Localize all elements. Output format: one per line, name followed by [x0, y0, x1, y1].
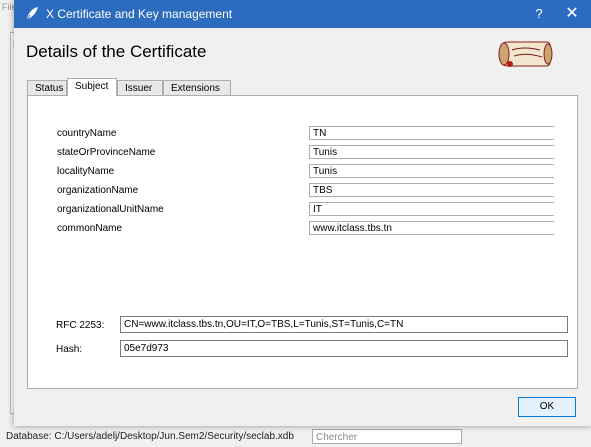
subject-tab-page: countryName TN stateOrProvinceName Tunis…: [27, 95, 578, 389]
hash-label: Hash:: [56, 344, 83, 355]
field-label: stateOrProvinceName: [57, 147, 156, 158]
search-input[interactable]: Chercher: [312, 429, 462, 444]
tab-extensions[interactable]: Extensions: [163, 80, 231, 95]
tab-issuer[interactable]: Issuer: [117, 80, 163, 95]
help-button[interactable]: ?: [526, 3, 552, 25]
field-label: commonName: [57, 223, 123, 234]
dialog-title: X Certificate and Key management: [46, 7, 233, 21]
feather-pen-icon: [25, 7, 38, 22]
field-value[interactable]: www.itclass.tbs.tn: [309, 221, 554, 235]
dialog-titlebar: X Certificate and Key management ? ✕: [14, 0, 591, 28]
field-label: localityName: [57, 166, 115, 177]
hash-field[interactable]: 05e7d973: [120, 340, 568, 357]
ok-button[interactable]: OK: [518, 397, 576, 417]
tab-subject[interactable]: Subject: [67, 78, 117, 96]
field-value[interactable]: TBS: [309, 183, 554, 197]
scroll-logo-icon: [498, 41, 553, 67]
database-path: Database: C:/Users/adelj/Desktop/Jun.Sem…: [6, 431, 294, 442]
field-value[interactable]: Tunis: [309, 164, 554, 178]
field-label: organizationName: [57, 185, 139, 196]
status-bar: Database: C:/Users/adelj/Desktop/Jun.Sem…: [0, 428, 591, 447]
certificate-details-dialog: X Certificate and Key management ? ✕ Det…: [14, 0, 591, 426]
field-label: countryName: [57, 128, 117, 139]
rfc2253-field[interactable]: CN=www.itclass.tbs.tn,OU=IT,O=TBS,L=Tuni…: [120, 316, 568, 333]
field-value[interactable]: Tunis: [309, 145, 554, 159]
field-value[interactable]: TN: [309, 126, 554, 140]
field-label: organizationalUnitName: [57, 204, 164, 215]
close-button[interactable]: ✕: [559, 3, 585, 25]
page-title: Details of the Certificate: [26, 42, 207, 61]
field-value[interactable]: IT: [309, 202, 554, 216]
rfc2253-label: RFC 2253:: [56, 320, 105, 331]
tab-status[interactable]: Status: [27, 80, 67, 95]
